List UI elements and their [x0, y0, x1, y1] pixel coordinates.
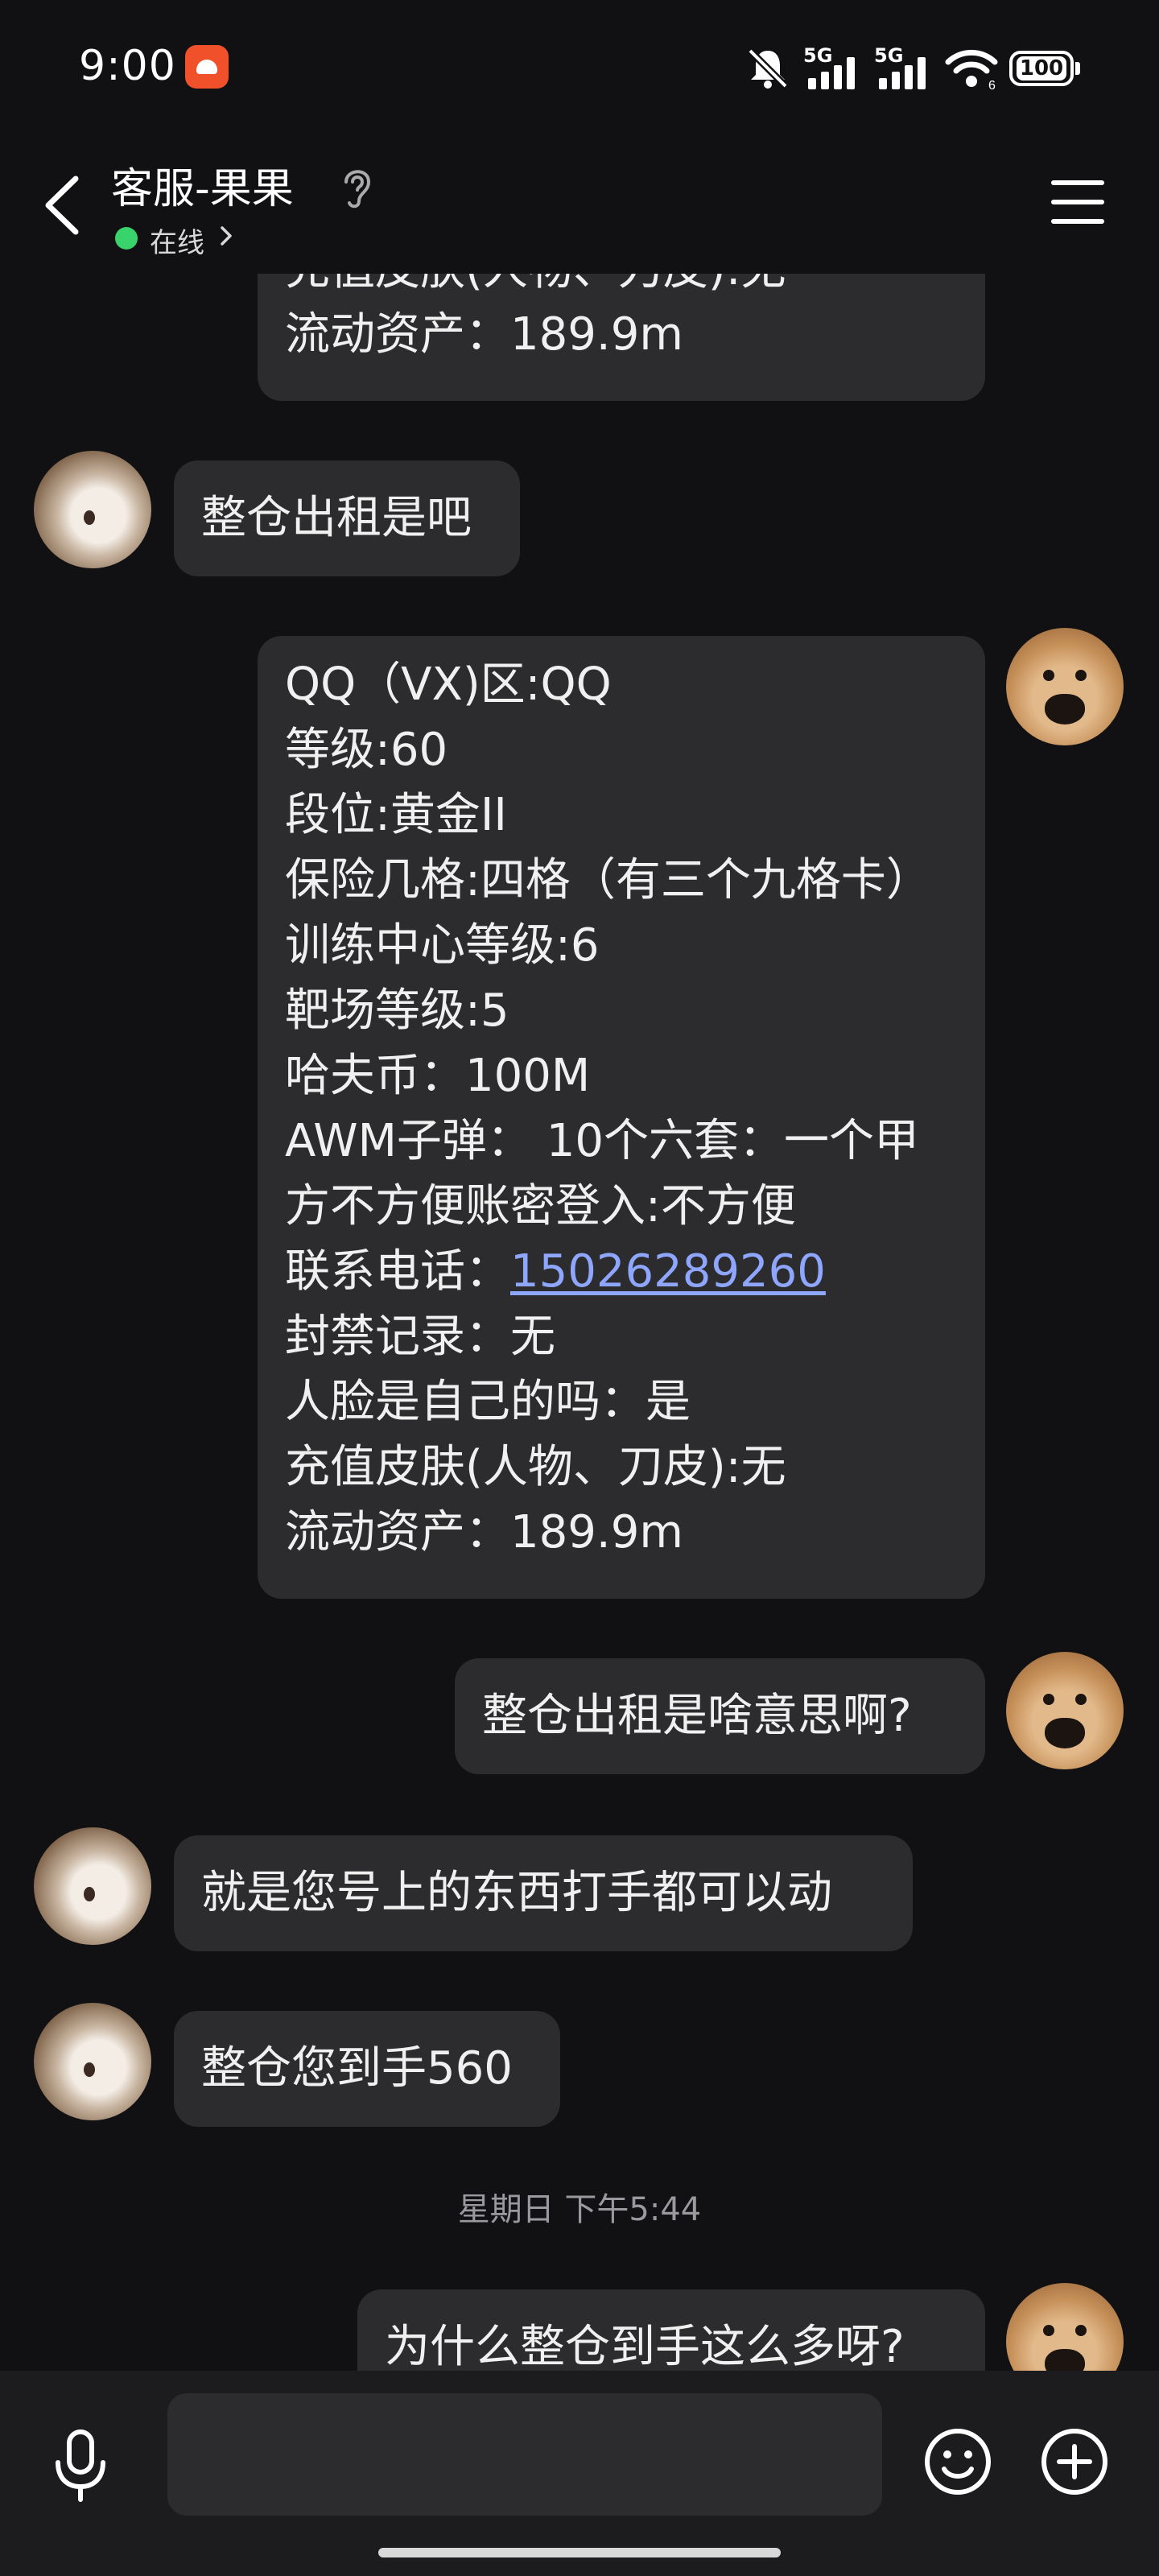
info-line-ban: 封禁记录：无	[285, 1311, 555, 1363]
online-status-text[interactable]: 在线	[150, 221, 204, 260]
contact-avatar[interactable]	[34, 2003, 151, 2120]
status-bar: 9:00 5G 5G 6 100	[0, 0, 1159, 137]
input-bar	[0, 2371, 1159, 2576]
info-line-assets: 流动资产：189.9m	[285, 1506, 683, 1558]
microphone-icon[interactable]	[48, 2427, 113, 2504]
cellular-signal-icon-2: 5G	[874, 44, 934, 93]
message-bubble-sent[interactable]: 整仓出租是啥意思啊?	[455, 1658, 985, 1774]
cellular-signal-icon: 5G	[803, 44, 863, 93]
info-line-training: 训练中心等级:6	[285, 919, 600, 972]
online-status-dot	[115, 227, 138, 250]
message-text: 为什么整仓到手这么多呀?	[385, 2321, 905, 2373]
message-timestamp: 星期日 下午5:44	[457, 2191, 702, 2228]
battery-icon: 100	[1009, 51, 1080, 86]
contact-avatar[interactable]	[34, 1827, 151, 1945]
user-avatar[interactable]	[1006, 628, 1124, 745]
ear-icon[interactable]	[340, 164, 375, 214]
message-line: 流动资产：189.9m	[285, 308, 683, 361]
info-line-insurance: 保险几格:四格（有三个九格卡）	[285, 854, 931, 906]
hamburger-menu-icon[interactable]	[1051, 180, 1107, 229]
message-bubble-received[interactable]: 整仓出租是吧	[174, 460, 520, 576]
status-icons: 5G 5G 6 100	[744, 40, 1080, 97]
info-line-rank: 段位:黄金II	[285, 789, 507, 841]
battery-level: 100	[1016, 56, 1067, 80]
chat-header: 客服-果果 在线	[0, 137, 1159, 274]
chevron-right-icon[interactable]	[217, 224, 235, 251]
message-text: 整仓您到手560	[201, 2042, 513, 2095]
message-text: 整仓出租是啥意思啊?	[482, 1690, 912, 1742]
message-text: 就是您号上的东西打手都可以动	[201, 1867, 832, 1919]
info-line-skins: 充值皮肤(人物、刀皮):无	[285, 1441, 786, 1493]
wifi-icon: 6	[945, 46, 998, 91]
info-line-level: 等级:60	[285, 724, 448, 776]
message-bubble-received[interactable]: 就是您号上的东西打手都可以动	[174, 1835, 913, 1951]
info-line-range: 靶场等级:5	[285, 985, 509, 1037]
home-indicator[interactable]	[378, 2548, 781, 2557]
contact-avatar[interactable]	[34, 451, 151, 568]
message-text: 整仓出租是吧	[201, 492, 472, 544]
smiley-icon[interactable]	[922, 2425, 994, 2501]
info-line-face: 人脸是自己的吗：是	[285, 1376, 691, 1428]
status-time: 9:00	[79, 42, 176, 90]
message-bubble-received[interactable]: 整仓您到手560	[174, 2011, 560, 2127]
svg-text:6: 6	[988, 79, 996, 91]
contact-name[interactable]: 客服-果果	[111, 155, 294, 215]
plus-circle-icon[interactable]	[1038, 2425, 1111, 2501]
phone-link[interactable]: 15026289260	[510, 1245, 826, 1298]
chevron-left-icon[interactable]	[40, 169, 89, 242]
app-notification-icon	[185, 45, 229, 89]
info-line-coins: 哈夫币：100M	[285, 1050, 591, 1102]
info-line-phone: 联系电话：15026289260	[285, 1245, 826, 1298]
message-bubble-sent-account-info[interactable]: QQ（VX)区:QQ 等级:60 段位:黄金II 保险几格:四格（有三个九格卡）…	[258, 636, 985, 1599]
info-line-ammo: AWM子弹： 10个六套：一个甲	[285, 1115, 919, 1167]
user-avatar[interactable]	[1006, 1652, 1124, 1769]
message-input[interactable]	[167, 2393, 882, 2516]
info-line-zone: QQ（VX)区:QQ	[285, 658, 612, 711]
mute-bell-icon	[744, 44, 792, 93]
info-line-login: 方不方便账密登入:不方便	[285, 1180, 796, 1232]
